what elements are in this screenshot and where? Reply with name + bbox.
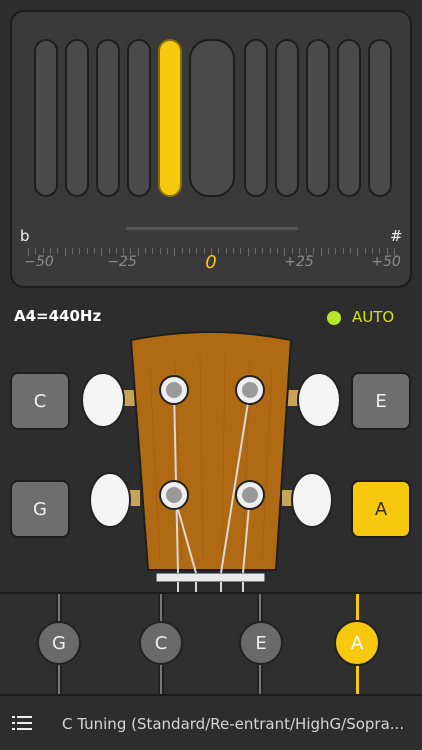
reference-pitch[interactable]: A4=440Hz bbox=[14, 307, 101, 325]
scale-tick bbox=[57, 248, 59, 254]
scale-label-minus-50: −50 bbox=[24, 254, 54, 270]
meter-bar bbox=[337, 39, 361, 197]
string-button-g[interactable]: G bbox=[10, 480, 70, 538]
meter-bar bbox=[96, 39, 120, 197]
scale-tick bbox=[232, 248, 234, 254]
scale-tick bbox=[152, 248, 154, 254]
meter-bar bbox=[244, 39, 268, 197]
scale-label-plus-50: +50 bbox=[371, 254, 401, 270]
scale-tick bbox=[181, 248, 183, 254]
scale-tick bbox=[350, 248, 352, 254]
pitch-indicator-track bbox=[126, 227, 298, 230]
scale-tick bbox=[262, 248, 264, 254]
scale-tick bbox=[137, 248, 139, 256]
menu-list-icon[interactable] bbox=[12, 715, 32, 731]
scale-tick bbox=[357, 248, 359, 256]
scale-tick bbox=[240, 248, 242, 254]
note-a-button[interactable]: A bbox=[334, 620, 380, 666]
scale-tick bbox=[174, 248, 176, 256]
scale-tick bbox=[269, 248, 271, 254]
tuner-meter: b # −50 −25 0 +25 +50 bbox=[10, 10, 412, 288]
string-button-c[interactable]: C bbox=[10, 372, 70, 430]
string-button-e[interactable]: E bbox=[351, 372, 411, 430]
meter-bar bbox=[127, 39, 151, 197]
scale-label-zero: 0 bbox=[205, 252, 217, 273]
footer-bar: C Tuning (Standard/Re-entrant/HighG/Sopr… bbox=[0, 698, 422, 750]
scale-tick bbox=[276, 248, 278, 254]
tuning-name[interactable]: C Tuning (Standard/Re-entrant/HighG/Sopr… bbox=[62, 715, 418, 733]
string-selector: G C E A bbox=[0, 592, 422, 696]
meter-bar bbox=[65, 39, 89, 197]
scale-tick bbox=[247, 248, 249, 256]
scale-tick bbox=[364, 248, 366, 254]
note-g-button[interactable]: G bbox=[37, 621, 81, 665]
scale-tick bbox=[335, 248, 337, 254]
meter-bar bbox=[368, 39, 392, 197]
scale-tick bbox=[64, 248, 66, 256]
scale-tick bbox=[86, 248, 88, 254]
scale-tick bbox=[328, 248, 330, 254]
flat-symbol: b bbox=[20, 227, 30, 245]
note-e-button[interactable]: E bbox=[239, 621, 283, 665]
scale-tick bbox=[159, 248, 161, 254]
meter-bar bbox=[34, 39, 58, 197]
scale-tick bbox=[167, 248, 169, 254]
auto-mode-toggle[interactable]: AUTO bbox=[352, 308, 394, 326]
sharp-symbol: # bbox=[390, 227, 403, 245]
meter-bar bbox=[275, 39, 299, 197]
string-button-a[interactable]: A bbox=[351, 480, 411, 538]
scale-tick bbox=[93, 248, 95, 254]
meter-bar-active bbox=[158, 39, 182, 197]
scale-tick bbox=[218, 248, 220, 254]
scale-tick bbox=[145, 248, 147, 254]
meter-bar-center bbox=[189, 39, 235, 197]
scale-tick bbox=[342, 248, 344, 254]
scale-label-plus-25: +25 bbox=[284, 254, 314, 270]
meter-bar bbox=[306, 39, 330, 197]
scale-tick bbox=[320, 248, 322, 256]
note-c-button[interactable]: C bbox=[139, 621, 183, 665]
scale-tick bbox=[254, 248, 256, 254]
auto-mode-indicator bbox=[327, 311, 341, 325]
headstock-illustration bbox=[81, 331, 341, 595]
scale-tick bbox=[71, 248, 73, 254]
scale-tick bbox=[189, 248, 191, 254]
scale-label-minus-25: −25 bbox=[107, 254, 137, 270]
scale-tick bbox=[101, 248, 103, 256]
scale-tick bbox=[79, 248, 81, 254]
ukulele-headstock: C G E A bbox=[0, 330, 422, 595]
scale-tick bbox=[225, 248, 227, 254]
scale-tick bbox=[196, 248, 198, 254]
